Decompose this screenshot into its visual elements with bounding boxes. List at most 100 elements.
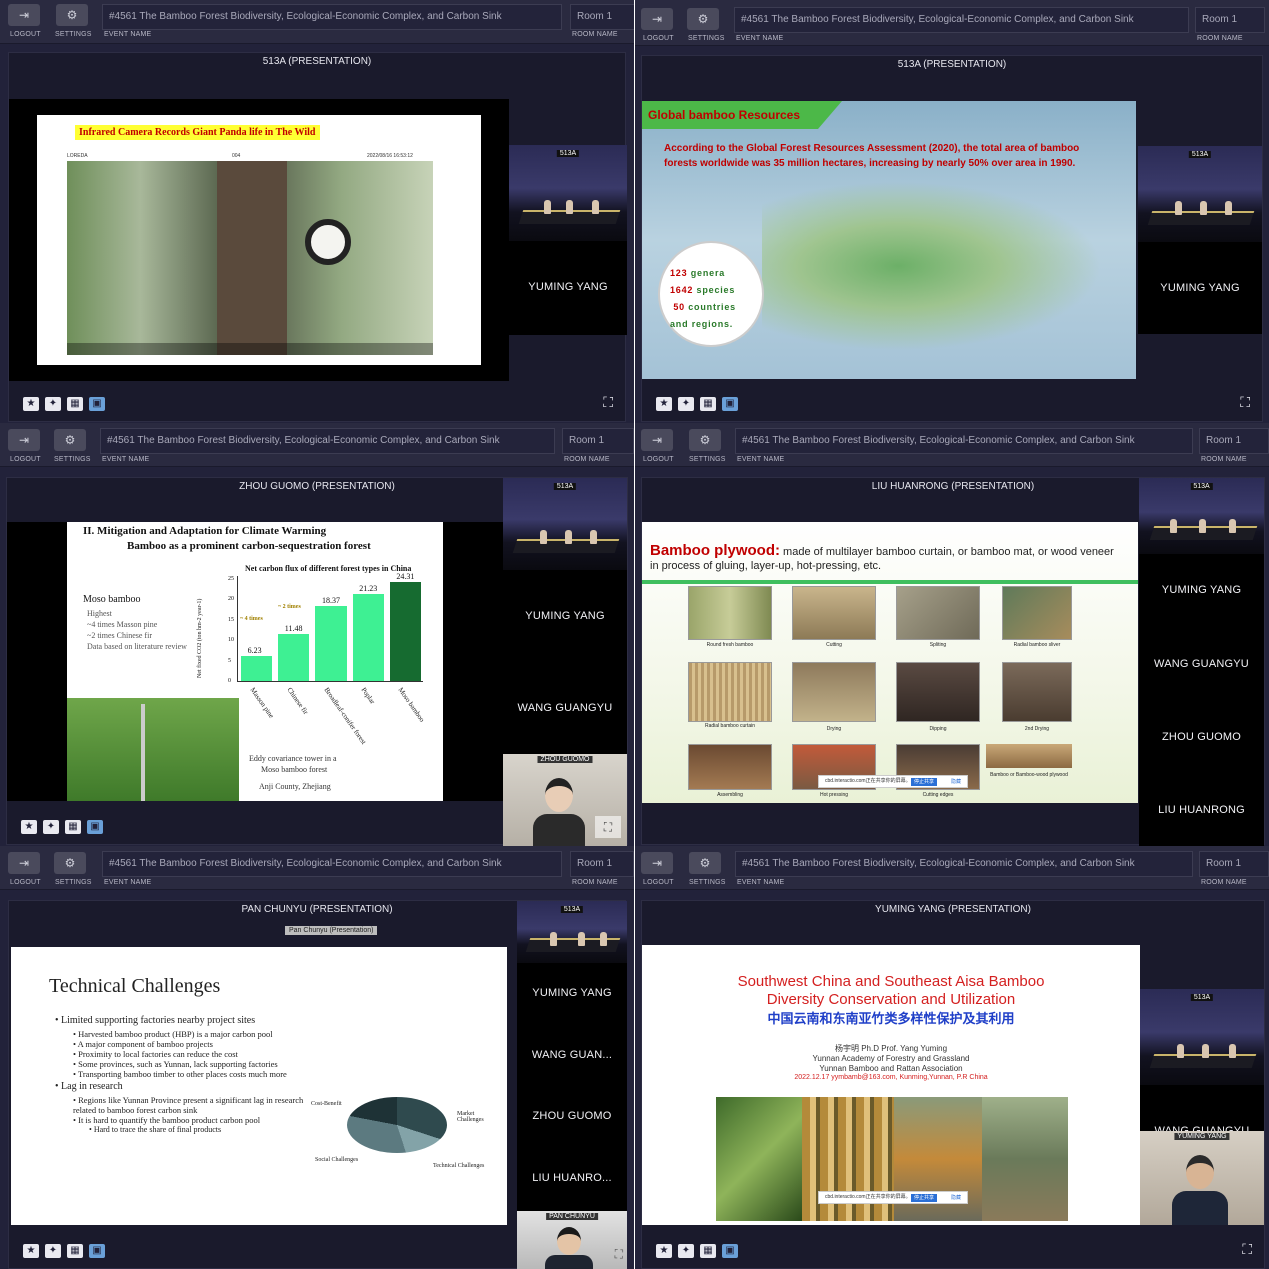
photo-caption-3: Anji County, Zhejiang bbox=[259, 782, 331, 791]
settings-button[interactable]: ⚙ bbox=[687, 8, 719, 30]
logout-button[interactable]: ⇥ bbox=[641, 429, 673, 451]
screen-share-icon[interactable]: ▣ bbox=[722, 397, 738, 411]
settings-button[interactable]: ⚙ bbox=[689, 852, 721, 874]
room-tag: 513A bbox=[1190, 994, 1214, 1001]
speaker-view-icon[interactable]: ★ bbox=[656, 1244, 672, 1258]
event-name-field[interactable]: #4561 The Bamboo Forest Biodiversity, Ec… bbox=[102, 851, 562, 877]
room-name-field[interactable]: Room 1 bbox=[1199, 851, 1269, 877]
room-name-label: ROOM NAME bbox=[572, 879, 618, 886]
event-name-label: EVENT NAME bbox=[737, 879, 785, 886]
screen-share-icon[interactable]: ▣ bbox=[89, 1244, 105, 1258]
participant-name: ZHOU GUOMO bbox=[532, 1110, 612, 1122]
event-name-field[interactable]: #4561 The Bamboo Forest Biodiversity, Ec… bbox=[102, 4, 562, 30]
speaker-view-icon[interactable]: ★ bbox=[23, 397, 39, 411]
top-bar: ⇥ LOGOUT ⚙ SETTINGS #4561 The Bamboo For… bbox=[0, 0, 634, 44]
speaker-view-icon[interactable]: ★ bbox=[656, 397, 672, 411]
settings-button[interactable]: ⚙ bbox=[54, 852, 86, 874]
grid-view-icon[interactable]: ▦ bbox=[700, 397, 716, 411]
step-photo bbox=[688, 662, 772, 722]
y-tick-label: 10 bbox=[228, 637, 234, 644]
speaker-video-tile: ZHOU GUOMO ⛶ bbox=[503, 754, 627, 846]
fullscreen-icon[interactable]: ⛶ bbox=[1240, 394, 1250, 411]
grid-view-icon[interactable]: ▦ bbox=[65, 820, 81, 834]
gear-icon: ⚙ bbox=[64, 433, 76, 447]
slide-page: II. Mitigation and Adaptation for Climat… bbox=[67, 522, 443, 801]
share-notification-text: cbd.interactio.com正在共享你的屏幕。 bbox=[825, 1194, 911, 1200]
bullet-item: • Regions like Yunnan Province present a… bbox=[73, 1095, 304, 1115]
video-progress-bar[interactable] bbox=[67, 343, 433, 355]
share-notification-text: cbd.interactio.com正在共享你的屏幕。 bbox=[825, 778, 911, 784]
bullet-item: • Lag in research bbox=[55, 1081, 123, 1092]
category-tick-label: Broadleaf-conifer forest bbox=[322, 686, 368, 746]
step-label: 2nd Drying bbox=[1024, 726, 1050, 732]
stop-share-button[interactable]: 停止共享 bbox=[910, 1194, 937, 1202]
settings-button[interactable]: ⚙ bbox=[689, 429, 721, 451]
participant-name: LIU HUANRO... bbox=[532, 1172, 612, 1184]
logout-icon: ⇥ bbox=[651, 433, 663, 447]
top-bar: ⇥ LOGOUT ⚙ SETTINGS #4561 The Bamboo For… bbox=[635, 0, 1269, 46]
room-tag: 513A bbox=[556, 150, 580, 157]
eddy-tower bbox=[141, 704, 145, 801]
chart-bar bbox=[352, 594, 384, 681]
logout-button[interactable]: ⇥ bbox=[8, 4, 40, 26]
expand-icon[interactable]: ⛶ bbox=[615, 1247, 623, 1262]
logout-button[interactable]: ⇥ bbox=[641, 8, 673, 30]
screen-share-icon[interactable]: ▣ bbox=[87, 820, 103, 834]
y-tick-label: 25 bbox=[228, 576, 234, 582]
pin-view-icon[interactable]: ✦ bbox=[678, 1244, 694, 1258]
settings-label: SETTINGS bbox=[689, 456, 726, 463]
speaker-body bbox=[533, 814, 585, 846]
bar-value-label: 21.23 bbox=[359, 584, 378, 594]
hide-button[interactable]: 隐藏 bbox=[951, 777, 961, 788]
bar-value-label: 6.23 bbox=[247, 645, 262, 655]
pin-view-icon[interactable]: ✦ bbox=[678, 397, 694, 411]
event-name-field[interactable]: #4561 The Bamboo Forest Biodiversity, Ec… bbox=[734, 7, 1189, 33]
event-name-field[interactable]: #4561 The Bamboo Forest Biodiversity, Ec… bbox=[735, 851, 1193, 877]
event-name-field[interactable]: #4561 The Bamboo Forest Biodiversity, Ec… bbox=[735, 428, 1193, 454]
room-name-field[interactable]: Room 1 bbox=[570, 4, 634, 30]
logout-button[interactable]: ⇥ bbox=[641, 852, 673, 874]
step-photo bbox=[1002, 586, 1072, 640]
fullscreen-icon[interactable]: ⛶ bbox=[603, 394, 613, 411]
step-label: Drying bbox=[826, 726, 842, 732]
room-name-field[interactable]: Room 1 bbox=[1199, 428, 1269, 454]
fullscreen-icon[interactable]: ⛶ bbox=[1242, 1241, 1252, 1258]
stop-share-button[interactable]: 停止共享 bbox=[910, 778, 937, 786]
bamboo-photo bbox=[716, 1097, 802, 1221]
logout-button[interactable]: ⇥ bbox=[8, 852, 40, 874]
room-name-field[interactable]: Room 1 bbox=[562, 428, 634, 454]
video-conference-grid: ⇥ LOGOUT ⚙ SETTINGS #4561 The Bamboo For… bbox=[0, 0, 1269, 1269]
logout-button[interactable]: ⇥ bbox=[8, 429, 40, 451]
stat-species-num: 1642 bbox=[670, 285, 694, 295]
times2-annotation: ~ 2 times bbox=[278, 604, 301, 610]
speaker-view-icon[interactable]: ★ bbox=[23, 1244, 39, 1258]
hide-button[interactable]: 隐藏 bbox=[951, 1193, 961, 1204]
bullet-item: • A major component of bamboo projects bbox=[73, 1039, 213, 1049]
grid-view-icon[interactable]: ▦ bbox=[67, 1244, 83, 1258]
event-name-field[interactable]: #4561 The Bamboo Forest Biodiversity, Ec… bbox=[100, 428, 555, 454]
bullet-item: • Limited supporting factories nearby pr… bbox=[55, 1015, 256, 1026]
pin-view-icon[interactable]: ✦ bbox=[43, 820, 59, 834]
grid-view-icon[interactable]: ▦ bbox=[67, 397, 83, 411]
settings-button[interactable]: ⚙ bbox=[54, 429, 86, 451]
panda-figure bbox=[305, 219, 351, 265]
photo-caption-1: Eddy covariance tower in a bbox=[249, 754, 337, 763]
participant-name: YUMING YANG bbox=[532, 987, 612, 999]
participant-sidebar: 513A YUMING YANG WANG GUANGYU ZHOU GUOMO… bbox=[1139, 478, 1264, 846]
screen-share-icon[interactable]: ▣ bbox=[89, 397, 105, 411]
room-name-field[interactable]: Room 1 bbox=[570, 851, 634, 877]
speaker-tag: ZHOU GUOMO bbox=[537, 756, 593, 763]
settings-button[interactable]: ⚙ bbox=[56, 4, 88, 26]
screen-share-icon[interactable]: ▣ bbox=[722, 1244, 738, 1258]
speaker-view-icon[interactable]: ★ bbox=[21, 820, 37, 834]
expand-icon[interactable]: ⛶ bbox=[595, 816, 621, 838]
room-name-field[interactable]: Room 1 bbox=[1195, 7, 1265, 33]
bullet-item: • It is hard to quantify the bamboo prod… bbox=[73, 1115, 261, 1125]
presentation-stage: YUMING YANG (PRESENTATION) Southwest Chi… bbox=[641, 900, 1265, 1269]
pie-label: Technical Challenges bbox=[433, 1163, 485, 1169]
pin-view-icon[interactable]: ✦ bbox=[45, 397, 61, 411]
grid-view-icon[interactable]: ▦ bbox=[700, 1244, 716, 1258]
session-panel-4: ⇥ LOGOUT ⚙ SETTINGS #4561 The Bamboo For… bbox=[635, 423, 1269, 846]
pin-view-icon[interactable]: ✦ bbox=[45, 1244, 61, 1258]
top-bar: ⇥ LOGOUT ⚙ SETTINGS #4561 The Bamboo For… bbox=[635, 846, 1269, 890]
